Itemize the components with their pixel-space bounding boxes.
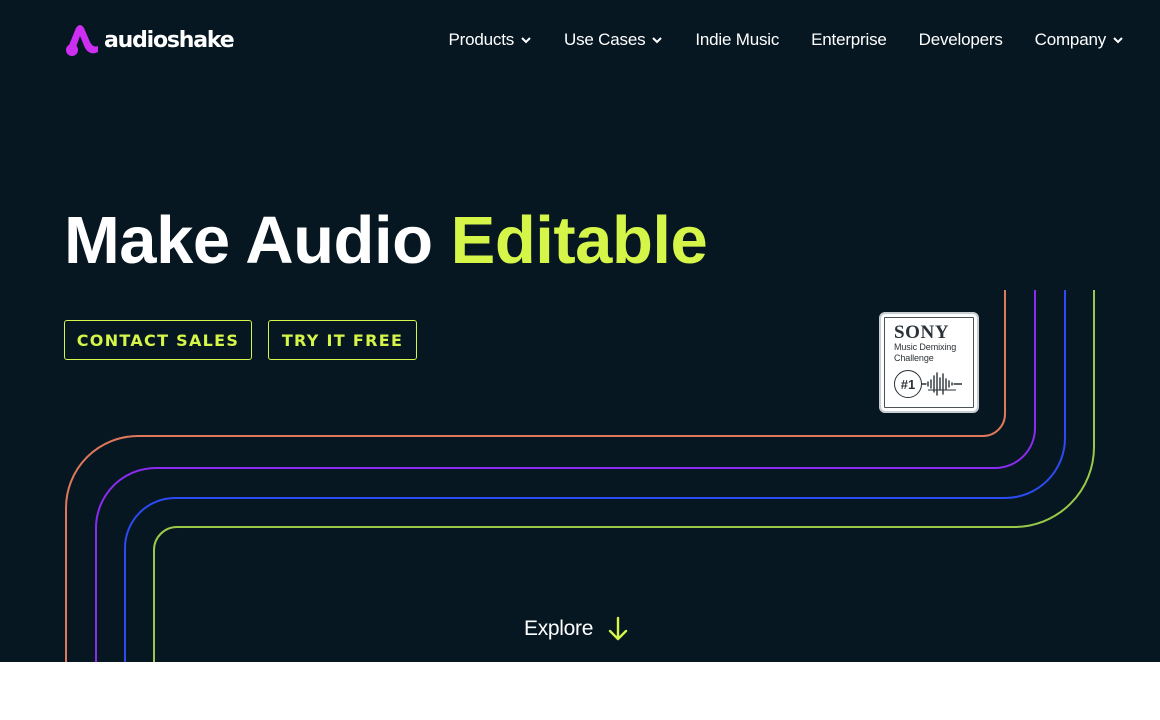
arrow-down-icon	[608, 616, 628, 641]
nav-item-use-cases[interactable]: Use Cases	[564, 30, 663, 50]
hero-headline: Make Audio Editable	[64, 200, 708, 282]
rank-circle: #1	[894, 370, 922, 398]
badge-rank-row: #1	[894, 370, 968, 398]
badge-title: SONY	[894, 322, 950, 343]
nav-label: Developers	[918, 30, 1003, 49]
main-nav: Products Use Cases Indie Music Enterpris…	[449, 28, 1124, 52]
nav-label: Company	[1034, 30, 1107, 49]
explore-link[interactable]: Explore	[524, 614, 629, 644]
chevron-down-icon	[1113, 37, 1123, 44]
nav-label: Indie Music	[695, 30, 780, 49]
headline-prefix: Make Audio	[64, 203, 433, 278]
nav-label: Enterprise	[811, 30, 887, 49]
badge-line-2: Challenge	[894, 353, 934, 363]
badge-rank: #1	[900, 376, 916, 392]
brand-name: audioshake	[104, 27, 235, 53]
badge-line-1: Music Demixing	[894, 342, 957, 352]
nav-item-enterprise[interactable]: Enterprise	[811, 30, 887, 50]
nav-label: Use Cases	[564, 30, 646, 49]
chevron-down-icon	[521, 37, 531, 44]
nav-item-indie-music[interactable]: Indie Music	[695, 30, 779, 50]
nav-item-company[interactable]: Company	[1035, 30, 1124, 50]
try-it-free-button[interactable]: TRY IT FREE	[268, 320, 417, 360]
chevron-down-icon	[652, 37, 663, 44]
nav-label: Products	[448, 30, 515, 49]
nav-item-products[interactable]: Products	[449, 30, 533, 50]
waveform-icon	[922, 372, 962, 396]
contact-sales-button[interactable]: CONTACT SALES	[64, 320, 252, 360]
hero-section: audioshake Products Use Cases Indie Musi…	[0, 0, 1160, 662]
sony-challenge-badge: SONY Music Demixing Challenge #1	[879, 312, 979, 413]
nav-item-developers[interactable]: Developers	[919, 30, 1003, 50]
brand-logo[interactable]: audioshake	[64, 22, 235, 58]
headline-accent: Editable	[450, 203, 708, 278]
explore-label: Explore	[524, 617, 594, 640]
audioshake-logo-icon	[66, 25, 98, 56]
